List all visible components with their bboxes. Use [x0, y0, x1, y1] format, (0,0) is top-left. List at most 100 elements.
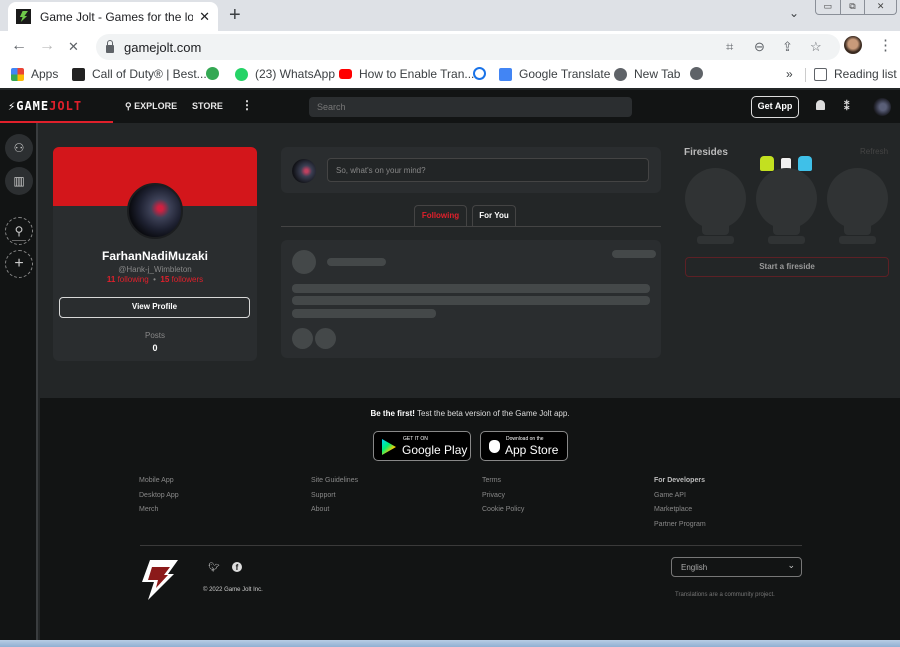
footer-link-about[interactable]: About	[311, 503, 358, 518]
footer-link-marketplace[interactable]: Marketplace	[654, 503, 706, 518]
activity-icon: ⚇	[13, 141, 25, 155]
footer-link-site-guidelines[interactable]: Site Guidelines	[311, 474, 358, 489]
bookmark-whatsapp[interactable]: (23) WhatsApp	[235, 67, 335, 81]
tab-search-chevron-icon[interactable]: ⌄	[789, 6, 799, 20]
more-menu-icon[interactable]: ⋮	[241, 98, 253, 112]
fireside-placeholder-base	[844, 222, 871, 235]
profile-handle: @Hank-j_Wimbleton	[118, 265, 192, 274]
twitter-icon[interactable]: 🐦︎	[208, 562, 219, 573]
skeleton-date	[612, 250, 656, 258]
profile-name[interactable]: FarhanNadiMuzaki	[53, 249, 257, 263]
bookmarks-divider	[805, 68, 806, 82]
chrome-menu-icon[interactable]: ⋮	[878, 36, 893, 54]
bookmark-google-translate[interactable]: Google Translate	[499, 67, 610, 81]
composer-avatar	[292, 159, 316, 183]
apple-logo-icon	[489, 440, 500, 453]
stop-loading-button[interactable]: ✕	[68, 39, 79, 55]
profile-avatar[interactable]	[127, 183, 183, 239]
footer-link-cookie-policy[interactable]: Cookie Policy	[482, 503, 524, 518]
google-play-button[interactable]: GET IT ON Google Play	[373, 431, 471, 461]
footer-link-support[interactable]: Support	[311, 489, 358, 504]
footer-column-site: Site Guidelines Support About	[311, 474, 358, 518]
bookmark-youtube[interactable]: How to Enable Tran...	[339, 67, 474, 81]
footer-link-privacy[interactable]: Privacy	[482, 489, 524, 504]
rail-activity-button[interactable]: ⚇	[5, 134, 33, 162]
share-icon[interactable]: ⇪	[782, 39, 793, 55]
firesides-title: Firesides	[684, 147, 728, 158]
rail-search-button[interactable]: ⚲	[5, 217, 33, 245]
tab-title: Game Jolt - Games for the love of	[40, 9, 194, 24]
minimize-button[interactable]: ▭	[816, 0, 841, 14]
following-link[interactable]: 11 following	[107, 275, 149, 284]
bookmark-bolt[interactable]	[206, 67, 226, 80]
close-window-button[interactable]: ✕	[865, 0, 896, 14]
fireside-placeholder	[827, 168, 888, 229]
bookmark-call-of-duty[interactable]: Call of Duty® | Best...	[72, 67, 207, 81]
composer-input[interactable]: So, what's on your mind?	[327, 158, 649, 182]
mascot-blue-icon	[798, 156, 812, 171]
google-play-icon	[382, 439, 396, 455]
start-fireside-button[interactable]: Start a fireside	[685, 257, 889, 277]
skeleton-username	[327, 258, 386, 266]
bookmark-history[interactable]	[473, 67, 493, 80]
nav-store[interactable]: STORE	[192, 101, 223, 111]
site-footer: Be the first! Test the beta version of t…	[40, 398, 900, 647]
explore-icon: ⚲	[125, 101, 135, 111]
reading-list-button[interactable]: Reading list	[814, 67, 897, 81]
skeleton-reaction	[292, 328, 313, 349]
footer-link-desktop-app[interactable]: Desktop App	[139, 489, 179, 504]
cod-icon	[72, 67, 85, 81]
search-input[interactable]: Search	[309, 97, 632, 117]
restore-button[interactable]: ⧉	[841, 0, 866, 14]
footer-link-terms[interactable]: Terms	[482, 474, 524, 489]
footer-link-merch[interactable]: Merch	[139, 503, 179, 518]
fireside-placeholder-base	[773, 222, 800, 235]
fireside-placeholder	[685, 168, 746, 229]
translate-icon[interactable]: ⌗	[726, 39, 733, 55]
bookmark-apps[interactable]: Apps	[11, 67, 58, 81]
tab-following[interactable]: Following	[414, 205, 467, 227]
nav-explore[interactable]: ⚲ EXPLORE	[125, 101, 177, 112]
tab-close-icon[interactable]: ✕	[199, 9, 210, 25]
skeleton-line	[292, 296, 650, 305]
mascot-green-icon	[760, 156, 774, 171]
friends-icon[interactable]: ⁑	[844, 100, 850, 113]
notifications-bell-icon[interactable]	[816, 100, 825, 110]
language-select[interactable]: English ⌄	[671, 557, 802, 577]
browser-tab[interactable]: Game Jolt - Games for the love of ✕	[8, 2, 218, 31]
get-app-button[interactable]: Get App	[751, 96, 799, 118]
stats-separator: •	[153, 275, 156, 284]
tab-for-you[interactable]: For You	[472, 205, 516, 227]
forward-button[interactable]: →	[39, 37, 55, 55]
zoom-out-icon[interactable]: ⊖	[754, 39, 765, 55]
skeleton-line	[292, 284, 650, 293]
tabs-divider	[281, 226, 661, 227]
profile-stats: 11 following • 15 followers	[53, 275, 257, 284]
app-store-button[interactable]: Download on the App Store	[480, 431, 568, 461]
skeleton-avatar	[292, 250, 316, 274]
facebook-icon[interactable]: f	[232, 562, 242, 572]
more-bookmarks-button[interactable]: »	[786, 67, 793, 81]
new-tab-button[interactable]: +	[229, 4, 241, 27]
rail-add-button[interactable]: +	[5, 250, 33, 278]
footer-link-mobile-app[interactable]: Mobile App	[139, 474, 179, 489]
posts-label: Posts	[144, 331, 165, 340]
footer-link-game-api[interactable]: Game API	[654, 489, 706, 504]
bookmark-globe[interactable]	[690, 67, 710, 80]
rail-library-button[interactable]: ▥	[5, 167, 33, 195]
footer-column-developers: For Developers Game API Marketplace Part…	[654, 474, 706, 532]
firesides-refresh-link[interactable]: Refresh	[860, 147, 888, 156]
bookmark-new-tab[interactable]: New Tab	[614, 67, 680, 81]
back-button[interactable]: ←	[11, 37, 27, 55]
view-profile-button[interactable]: View Profile	[59, 297, 250, 318]
lock-icon	[106, 40, 114, 53]
footer-link-partner-program[interactable]: Partner Program	[654, 518, 706, 533]
fireside-placeholder-name	[839, 236, 876, 244]
posts-count: 0	[152, 343, 158, 353]
bolt-circle-icon	[206, 67, 219, 80]
followers-link[interactable]: 15 followers	[160, 275, 203, 284]
gamejolt-logo[interactable]: ⚡GAMEJOLT	[8, 99, 82, 113]
user-avatar[interactable]	[873, 98, 891, 116]
bookmark-star-icon[interactable]: ☆	[810, 39, 822, 55]
chrome-profile-avatar[interactable]	[844, 36, 862, 54]
